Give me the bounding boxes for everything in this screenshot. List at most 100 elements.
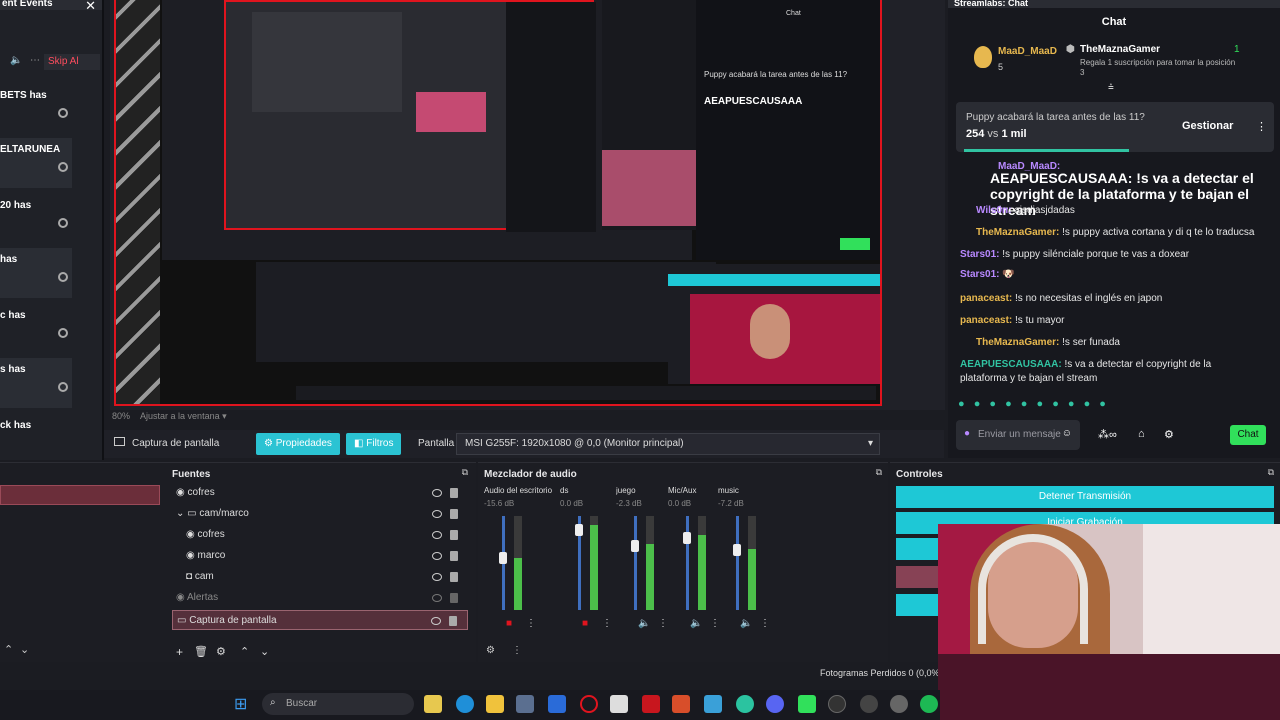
settings-icon[interactable]: ⚙ — [1164, 428, 1174, 441]
mute-icon[interactable]: 🔈 — [740, 618, 752, 629]
discord-icon[interactable] — [766, 695, 784, 713]
lock-icon[interactable] — [449, 616, 457, 626]
properties-button[interactable]: ⚙ Propiedades — [256, 433, 340, 455]
source-item[interactable]: ◉ cofres — [172, 483, 468, 503]
netflix-icon[interactable] — [642, 695, 660, 713]
fader-handle[interactable] — [683, 532, 691, 544]
trash-icon[interactable]: 🗑 — [194, 645, 208, 658]
app-icon[interactable] — [610, 695, 628, 713]
emoji-icon[interactable]: ☺ — [1062, 428, 1072, 439]
up-icon[interactable]: ⌃ — [240, 645, 249, 658]
source-item[interactable]: ◉ cofres — [172, 525, 468, 545]
fader-handle[interactable] — [499, 552, 507, 564]
app-icon[interactable] — [704, 695, 722, 713]
channel-menu-icon[interactable]: ⋮ — [710, 618, 720, 629]
collapse-icon[interactable]: ⩮ — [1108, 82, 1114, 93]
widgets-icon[interactable] — [424, 695, 442, 713]
mute-icon[interactable]: 🔈 — [690, 618, 702, 629]
app-icon[interactable] — [672, 695, 690, 713]
eye-icon[interactable] — [432, 573, 442, 581]
menu-icon[interactable]: ⋮ — [512, 645, 522, 656]
mail-icon[interactable] — [548, 695, 566, 713]
lock-icon[interactable] — [450, 551, 458, 561]
fader-handle[interactable] — [631, 540, 639, 552]
windows-start-icon[interactable]: ⊞ — [234, 694, 247, 714]
stop-stream-button[interactable]: Detener Transmisión — [896, 486, 1274, 508]
event-item[interactable]: 20 has — [0, 194, 72, 244]
obs-icon[interactable] — [828, 695, 846, 713]
screen-select[interactable]: MSI G255F: 1920x1080 @ 0,0 (Monitor prin… — [456, 433, 880, 455]
app-icon[interactable] — [860, 695, 878, 713]
event-item[interactable]: BETS has — [0, 84, 72, 134]
fader-handle[interactable] — [733, 544, 741, 556]
skip-alert-button[interactable]: Skip Al — [44, 54, 100, 70]
store-icon[interactable]: ⌂ — [1138, 428, 1145, 440]
event-item[interactable]: has — [0, 248, 72, 298]
emote-row[interactable]: ● ● ● ● ● ● ● ● ● ● — [958, 398, 1109, 410]
add-source-icon[interactable]: + — [176, 645, 183, 659]
lock-icon[interactable] — [450, 488, 458, 498]
volume-icon[interactable]: 🔈 — [10, 55, 22, 66]
up-icon[interactable]: ⌃ — [4, 643, 13, 656]
chat-input[interactable]: ● Enviar un mensaje ☺ — [956, 420, 1080, 450]
eye-icon[interactable] — [432, 510, 442, 518]
source-item-selected[interactable]: ▭ Captura de pantalla — [172, 610, 468, 630]
event-item[interactable]: c has — [0, 304, 72, 354]
channel-menu-icon[interactable]: ⋮ — [602, 618, 612, 629]
down-icon[interactable]: ⌄ — [260, 645, 269, 658]
mute-icon[interactable]: ■ — [582, 618, 588, 629]
down-icon[interactable]: ⌄ — [20, 643, 29, 656]
mic-icon[interactable]: ● — [964, 428, 970, 439]
undock-icon[interactable]: ⧉ — [462, 467, 468, 478]
volume-fader[interactable] — [736, 516, 739, 610]
manage-button[interactable]: Gestionar — [1182, 120, 1233, 132]
source-item[interactable]: ◉ marco — [172, 546, 468, 566]
chevron-down-icon[interactable]: ⌄ — [172, 508, 184, 519]
menu-icon[interactable]: ⋮ — [1256, 120, 1267, 133]
stream-preview[interactable]: Chat Puppy acabará la tarea antes de las… — [114, 0, 882, 406]
lock-icon[interactable] — [450, 572, 458, 582]
source-item[interactable]: ◉ Alertas — [172, 588, 468, 608]
channel-menu-icon[interactable]: ⋮ — [526, 618, 536, 629]
volume-fader[interactable] — [634, 516, 637, 610]
fader-handle[interactable] — [575, 524, 583, 536]
gear-icon[interactable]: ⚙ — [216, 645, 226, 658]
bits-icon[interactable]: ⁂∞ — [1098, 428, 1117, 441]
streamlabs-icon[interactable] — [798, 695, 816, 713]
zoom-level[interactable]: 80% Ajustar a la ventana ▾ — [112, 411, 227, 422]
channel-menu-icon[interactable]: ⋮ — [658, 618, 668, 629]
eye-icon[interactable] — [432, 531, 442, 539]
undock-icon[interactable]: ⧉ — [1268, 467, 1274, 478]
close-icon[interactable]: ✕ — [85, 0, 96, 14]
source-item[interactable]: ◘ cam — [172, 567, 468, 587]
event-item[interactable]: s has — [0, 358, 72, 408]
event-item[interactable]: ELTARUNEA — [0, 138, 72, 188]
lock-icon[interactable] — [450, 530, 458, 540]
spotify-icon[interactable] — [920, 695, 938, 713]
source-group[interactable]: ⌄ ▭ cam/marco — [172, 504, 468, 524]
eye-icon[interactable] — [432, 552, 442, 560]
eye-hidden-icon[interactable] — [432, 594, 442, 602]
scene-item-selected[interactable] — [0, 485, 160, 505]
app-icon[interactable] — [516, 695, 534, 713]
refresh-icon[interactable] — [58, 162, 68, 172]
taskbar-search[interactable]: ⌕ Buscar — [262, 693, 414, 715]
event-item[interactable]: ck has — [0, 414, 72, 460]
refresh-icon[interactable] — [58, 108, 68, 118]
refresh-icon[interactable] — [58, 328, 68, 338]
refresh-icon[interactable] — [58, 382, 68, 392]
app-icon[interactable] — [736, 695, 754, 713]
lock-icon[interactable] — [450, 593, 458, 603]
edge-icon[interactable] — [456, 695, 474, 713]
mute-icon[interactable]: ■ — [506, 618, 512, 629]
chat-send-button[interactable]: Chat — [1230, 425, 1266, 445]
refresh-icon[interactable] — [58, 272, 68, 282]
eye-icon[interactable] — [432, 489, 442, 497]
mixer-settings-icon[interactable]: ⚙ — [486, 645, 495, 656]
channel-menu-icon[interactable]: ⋮ — [760, 618, 770, 629]
undock-icon[interactable]: ⧉ — [876, 467, 882, 478]
opera-icon[interactable] — [580, 695, 598, 713]
mute-icon[interactable]: 🔈 — [638, 618, 650, 629]
more-icon[interactable]: ⋯ — [30, 55, 40, 66]
refresh-icon[interactable] — [58, 218, 68, 228]
